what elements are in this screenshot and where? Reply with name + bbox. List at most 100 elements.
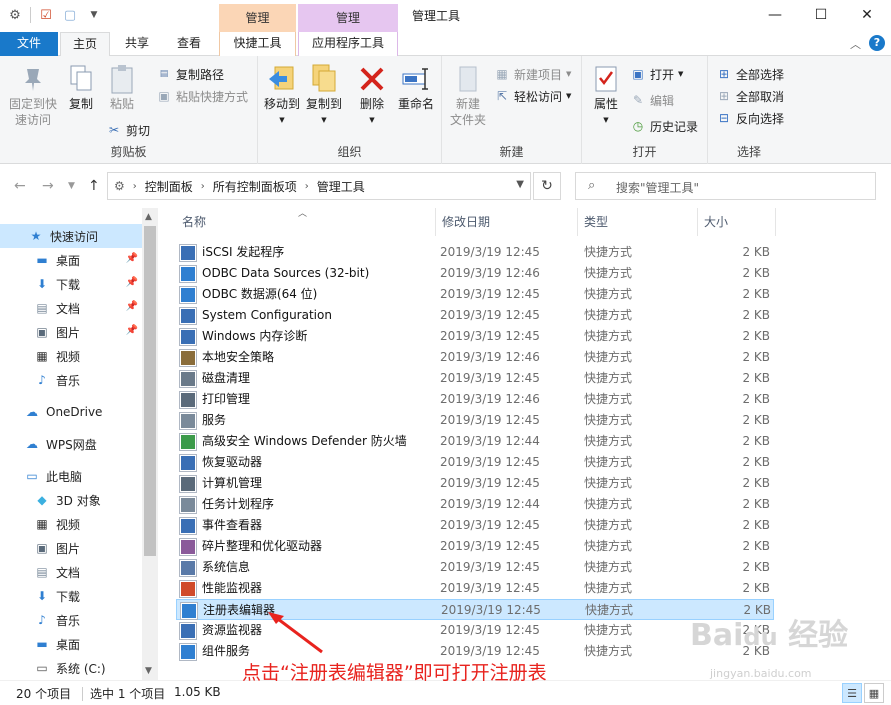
nav-item-music-pc[interactable]: ♪ 音乐 (0, 608, 142, 632)
properties-button[interactable]: 属性 ▼ (588, 62, 624, 128)
cut-button[interactable]: ✂ 剪切 (106, 120, 150, 140)
pin-quick-access-button[interactable]: 固定到快 速访问 (6, 62, 60, 128)
new-folder-icon[interactable]: ▢ (61, 6, 79, 24)
tab-app-tools[interactable]: 应用程序工具 (298, 32, 398, 56)
crumb-separator-icon[interactable]: › (201, 181, 205, 192)
table-row[interactable]: 性能监视器 2019/3/19 12:45 快捷方式 2 KB (176, 578, 774, 599)
search-box[interactable]: ⌕ 搜索"管理工具" (575, 172, 876, 200)
nav-item-pictures-pc[interactable]: ▣ 图片 (0, 536, 142, 560)
nav-item-downloads[interactable]: ⬇ 下载 📌 (0, 272, 142, 296)
nav-item-quick-access[interactable]: ★ 快速访问 (0, 224, 142, 248)
table-row[interactable]: ODBC Data Sources (32-bit) 2019/3/19 12:4… (176, 263, 774, 284)
select-none-button[interactable]: ⊞ 全部取消 (716, 86, 784, 106)
details-view-icon[interactable]: ☰ (842, 683, 862, 703)
copy-path-button[interactable]: ▤ 复制路径 (156, 64, 224, 84)
help-icon[interactable]: ? (869, 35, 885, 51)
address-bar[interactable]: ⚙ › 控制面板 › 所有控制面板项 › 管理工具 ▼ (107, 172, 531, 200)
nav-item-system-drive[interactable]: ▭ 系统 (C:) (0, 656, 142, 680)
nav-item-3d-objects[interactable]: ◆ 3D 对象 (0, 488, 142, 512)
crumb-separator-icon[interactable]: › (133, 181, 137, 192)
table-row[interactable]: 本地安全策略 2019/3/19 12:46 快捷方式 2 KB (176, 347, 774, 368)
new-item-button[interactable]: ▦ 新建项目 ▼ (494, 64, 571, 84)
tab-file[interactable]: 文件 (0, 32, 58, 56)
table-row[interactable]: 打印管理 2019/3/19 12:46 快捷方式 2 KB (176, 389, 774, 410)
paste-shortcut-button[interactable]: ▣ 粘贴快捷方式 (156, 86, 248, 106)
tab-share[interactable]: 共享 (114, 32, 160, 56)
pin-icon: 📌 (125, 253, 138, 264)
column-header-date[interactable]: 修改日期 (436, 208, 578, 236)
rename-button[interactable]: 重命名 (394, 62, 438, 112)
table-row[interactable]: 计算机管理 2019/3/19 12:45 快捷方式 2 KB (176, 473, 774, 494)
minimize-button[interactable]: — (752, 0, 798, 30)
nav-item-desktop-pc[interactable]: ▬ 桌面 (0, 632, 142, 656)
nav-item-downloads-pc[interactable]: ⬇ 下载 (0, 584, 142, 608)
close-button[interactable]: ✕ (844, 0, 890, 30)
history-button[interactable]: ◷ 历史记录 (630, 116, 698, 136)
checklist-icon[interactable]: ☑ (37, 6, 55, 24)
nav-item-onedrive[interactable]: ☁ OneDrive (0, 400, 142, 424)
nav-item-pictures[interactable]: ▣ 图片 📌 (0, 320, 142, 344)
table-row[interactable]: 恢复驱动器 2019/3/19 12:45 快捷方式 2 KB (176, 452, 774, 473)
table-row[interactable]: 碎片整理和优化驱动器 2019/3/19 12:45 快捷方式 2 KB (176, 536, 774, 557)
nav-item-desktop[interactable]: ▬ 桌面 📌 (0, 248, 142, 272)
table-row[interactable]: 事件查看器 2019/3/19 12:45 快捷方式 2 KB (176, 515, 774, 536)
paste-shortcut-icon: ▣ (158, 89, 170, 103)
breadcrumb-item[interactable]: 控制面板 (145, 178, 193, 195)
table-row[interactable]: 磁盘清理 2019/3/19 12:45 快捷方式 2 KB (176, 368, 774, 389)
maximize-button[interactable]: ☐ (798, 0, 844, 30)
select-all-button[interactable]: ⊞ 全部选择 (716, 64, 784, 84)
table-row[interactable]: 高级安全 Windows Defender 防火墙 2019/3/19 12:44… (176, 431, 774, 452)
nav-item-videos[interactable]: ▦ 视频 (0, 344, 142, 368)
forward-arrow-icon[interactable]: → (42, 178, 54, 194)
paste-button[interactable]: 粘贴 (104, 62, 140, 112)
nav-item-videos-pc[interactable]: ▦ 视频 (0, 512, 142, 536)
properties-gear-icon[interactable]: ⚙ (6, 6, 24, 24)
column-header-name[interactable]: 名称 (176, 208, 436, 236)
up-arrow-icon[interactable]: ↑ (88, 178, 100, 194)
file-type: 快捷方式 (584, 476, 633, 490)
easy-access-button[interactable]: ⇱ 轻松访问 ▼ (494, 86, 571, 106)
copy-to-button[interactable]: 复制到 ▼ (304, 62, 344, 128)
nav-item-documents[interactable]: ▤ 文档 📌 (0, 296, 142, 320)
address-dropdown-icon[interactable]: ▼ (516, 179, 524, 190)
move-to-button[interactable]: 移动到 ▼ (262, 62, 302, 128)
table-row[interactable]: 任务计划程序 2019/3/19 12:44 快捷方式 2 KB (176, 494, 774, 515)
table-row[interactable]: 服务 2019/3/19 12:45 快捷方式 2 KB (176, 410, 774, 431)
copy-button[interactable]: 复制 (64, 62, 98, 112)
recent-dropdown-icon[interactable]: ▼ (68, 181, 75, 191)
tab-view[interactable]: 查看 (166, 32, 212, 56)
crumb-separator-icon[interactable]: › (305, 181, 309, 192)
table-row[interactable]: Windows 内存诊断 2019/3/19 12:45 快捷方式 2 KB (176, 326, 774, 347)
ribbon-expand-icon[interactable]: ︿ (850, 36, 861, 52)
refresh-button[interactable]: ↻ (533, 172, 561, 200)
status-selected-count: 选中 1 个项目 (90, 687, 166, 701)
breadcrumb-item[interactable]: 所有控制面板项 (213, 178, 297, 195)
nav-scrollbar[interactable]: ▲ ▼ (142, 208, 158, 680)
new-folder-big-icon (452, 62, 484, 96)
video-icon: ▦ (36, 517, 48, 531)
table-row[interactable]: ODBC 数据源(64 位) 2019/3/19 12:45 快捷方式 2 KB (176, 284, 774, 305)
table-row[interactable]: System Configuration 2019/3/19 12:45 快捷方式 2… (176, 305, 774, 326)
edit-button[interactable]: ✎ 编辑 (630, 90, 674, 110)
scroll-down-icon[interactable]: ▼ (145, 666, 152, 676)
breadcrumb-item[interactable]: 管理工具 (317, 178, 365, 195)
back-arrow-icon[interactable]: ← (14, 178, 26, 194)
delete-button[interactable]: 删除 ▼ (356, 62, 388, 128)
nav-item-wps-cloud[interactable]: ☁ WPS网盘 (0, 432, 142, 456)
nav-item-this-pc[interactable]: ▭ 此电脑 (0, 464, 142, 488)
tab-home[interactable]: 主页 (60, 32, 110, 57)
column-header-type[interactable]: 类型 (578, 208, 698, 236)
nav-item-music[interactable]: ♪ 音乐 (0, 368, 142, 392)
column-header-size[interactable]: 大小 (698, 208, 776, 236)
open-button[interactable]: ▣ 打开 ▼ (630, 64, 683, 84)
nav-item-documents-pc[interactable]: ▤ 文档 (0, 560, 142, 584)
large-icons-view-icon[interactable]: ▦ (864, 683, 884, 703)
new-folder-button[interactable]: 新建 文件夹 (448, 62, 488, 128)
tab-shortcut-tools[interactable]: 快捷工具 (219, 32, 296, 56)
scroll-up-icon[interactable]: ▲ (145, 212, 152, 222)
scroll-thumb[interactable] (144, 226, 156, 556)
table-row[interactable]: iSCSI 发起程序 2019/3/19 12:45 快捷方式 2 KB (176, 242, 774, 263)
invert-selection-button[interactable]: ⊟ 反向选择 (716, 108, 784, 128)
table-row[interactable]: 系统信息 2019/3/19 12:45 快捷方式 2 KB (176, 557, 774, 578)
qat-dropdown-icon[interactable]: ▼ (85, 6, 103, 24)
